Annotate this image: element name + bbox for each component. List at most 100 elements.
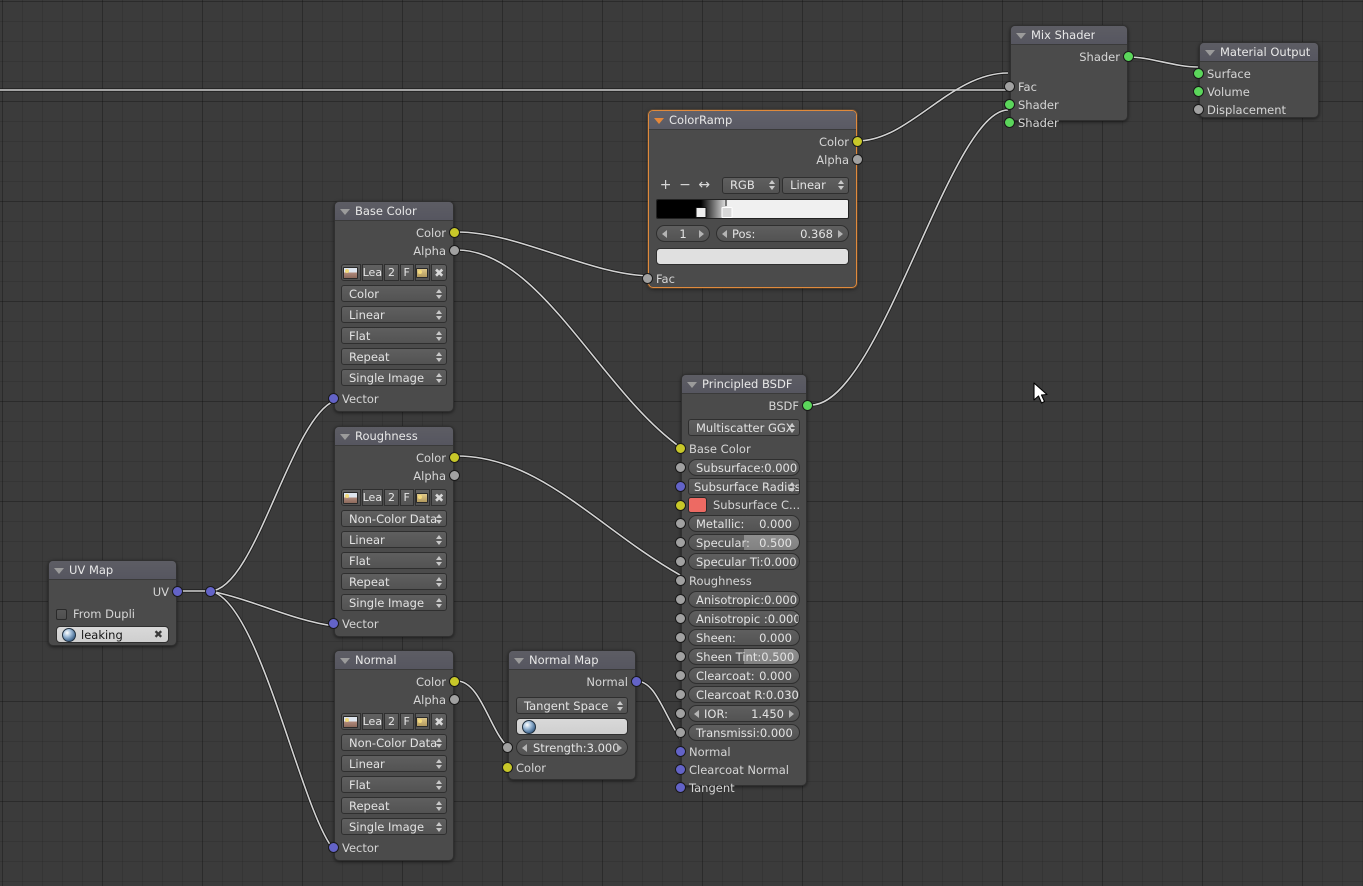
socket-base-color-input[interactable] <box>675 443 686 454</box>
node-header[interactable]: Roughness <box>335 427 453 446</box>
socket-normal-output[interactable] <box>631 676 642 687</box>
arrow-right-icon[interactable] <box>838 229 843 238</box>
socket-clearcoat-normal-input[interactable] <box>675 764 686 775</box>
node-principled-bsdf[interactable]: Principled BSDF BSDF Multiscatter GGX Ba… <box>675 374 813 795</box>
new-image-button[interactable] <box>414 489 431 506</box>
socket-bsdf-output[interactable] <box>802 400 813 411</box>
socket-uv-output[interactable] <box>172 586 183 597</box>
node-material-output[interactable]: Material Output Surface Volume Displacem… <box>1193 42 1319 118</box>
browse-image-button[interactable] <box>341 713 361 730</box>
collapse-triangle-icon[interactable] <box>514 657 524 664</box>
socket-sheen-input[interactable] <box>675 632 686 643</box>
reroute-node-uv[interactable] <box>205 586 216 597</box>
socket-alpha-output[interactable] <box>449 470 460 481</box>
socket-anisotropic-input[interactable] <box>675 594 686 605</box>
colorspace-dropdown[interactable]: Color <box>341 285 447 302</box>
new-image-button[interactable] <box>414 264 431 281</box>
socket-transmission-input[interactable] <box>675 727 686 738</box>
socket-displacement-input[interactable] <box>1193 104 1204 115</box>
socket-roughness-input[interactable] <box>675 575 686 586</box>
socket-volume-input[interactable] <box>1193 86 1204 97</box>
strength-field[interactable]: Strength: 3.000 <box>516 739 628 756</box>
specular-tint-field[interactable]: Specular Ti: 0.000 <box>688 553 800 570</box>
clear-icon[interactable]: ✖ <box>154 628 163 641</box>
projection-dropdown[interactable]: Flat <box>341 327 447 344</box>
source-dropdown[interactable]: Single Image <box>341 369 447 386</box>
metallic-field[interactable]: Metallic: 0.000 <box>688 515 800 532</box>
socket-subsurface-color-input[interactable] <box>675 500 686 511</box>
arrow-left-icon[interactable] <box>662 229 667 238</box>
collapse-triangle-icon[interactable] <box>1205 49 1215 56</box>
stop-index-field[interactable]: 1 <box>656 225 710 242</box>
source-dropdown[interactable]: Single Image <box>341 594 447 611</box>
distribution-dropdown[interactable]: Multiscatter GGX <box>688 419 800 436</box>
from-dupli-checkbox[interactable] <box>56 608 67 620</box>
sheen-tint-slider[interactable]: Sheen Tint: 0.500 <box>688 648 800 665</box>
socket-fac-input[interactable] <box>1004 81 1015 92</box>
socket-specular-input[interactable] <box>675 537 686 548</box>
image-users-count[interactable]: 2 <box>384 489 399 506</box>
socket-fac-input[interactable] <box>642 273 653 284</box>
subsurface-field[interactable]: Subsurface: 0.000 <box>688 459 800 476</box>
node-editor-canvas[interactable]: Mix Shader Shader Fac Shader Shader Mate… <box>0 0 1363 886</box>
color-mode-dropdown[interactable]: RGB <box>721 176 781 194</box>
stop-color-swatch[interactable] <box>656 248 849 265</box>
from-dupli-row[interactable]: From Dupli <box>49 605 176 623</box>
socket-metallic-input[interactable] <box>675 518 686 529</box>
specular-slider[interactable]: Specular: 0.500 <box>688 534 800 551</box>
node-colorramp[interactable]: ColorRamp Color Alpha + − ↔ RGB Linear 1… <box>642 110 863 288</box>
unlink-image-button[interactable]: ✖ <box>431 713 447 730</box>
colorspace-dropdown[interactable]: Non-Color Data <box>341 734 447 751</box>
sheen-field[interactable]: Sheen: 0.000 <box>688 629 800 646</box>
arrow-left-icon[interactable] <box>694 709 699 718</box>
clearcoat-roughness-field[interactable]: Clearcoat R: 0.030 <box>688 686 800 703</box>
remove-stop-button[interactable]: − <box>675 177 694 193</box>
socket-strength-input[interactable] <box>502 742 513 753</box>
anisotropic-field[interactable]: Anisotropic: 0.000 <box>688 591 800 608</box>
socket-alpha-output[interactable] <box>852 154 863 165</box>
node-uv-map[interactable]: UV Map UV From Dupli leaking ✖ <box>48 560 183 646</box>
socket-color-output[interactable] <box>449 676 460 687</box>
node-header[interactable]: Material Output <box>1200 43 1318 62</box>
unlink-image-button[interactable]: ✖ <box>431 264 447 281</box>
socket-vector-input[interactable] <box>328 393 339 404</box>
fake-user-toggle[interactable]: F <box>399 489 414 506</box>
ior-field[interactable]: IOR: 1.450 <box>688 705 800 722</box>
socket-sheen-tint-input[interactable] <box>675 651 686 662</box>
arrow-right-icon[interactable] <box>699 229 704 238</box>
socket-color-output[interactable] <box>449 227 460 238</box>
socket-tangent-input[interactable] <box>675 782 686 793</box>
new-image-button[interactable] <box>414 713 431 730</box>
ramp-stop-handle-selected[interactable] <box>721 200 733 218</box>
image-name-field[interactable]: Lea <box>361 264 384 281</box>
node-header[interactable]: Mix Shader <box>1011 26 1127 45</box>
space-dropdown[interactable]: Tangent Space <box>516 697 628 714</box>
subsurface-radius-dropdown[interactable]: Subsurface Radius <box>688 478 800 495</box>
collapse-triangle-icon[interactable] <box>54 567 64 574</box>
image-name-field[interactable]: Lea <box>361 713 384 730</box>
clearcoat-field[interactable]: Clearcoat: 0.000 <box>688 667 800 684</box>
socket-color-output[interactable] <box>449 452 460 463</box>
uv-map-field[interactable] <box>516 718 628 735</box>
flip-ramp-button[interactable]: ↔ <box>695 177 714 193</box>
node-mix-shader[interactable]: Mix Shader Shader Fac Shader Shader <box>1004 25 1134 130</box>
node-header[interactable]: ColorRamp <box>649 111 856 130</box>
transmission-field[interactable]: Transmissi: 0.000 <box>688 724 800 741</box>
fake-user-toggle[interactable]: F <box>399 264 414 281</box>
ramp-stop-handle[interactable] <box>695 206 707 218</box>
node-image-texture-roughness[interactable]: Roughness Color Alpha Lea 2 F ✖ Non-Colo… <box>328 426 460 637</box>
node-header[interactable]: Principled BSDF <box>682 375 806 394</box>
colorspace-dropdown[interactable]: Non-Color Data <box>341 510 447 527</box>
extension-dropdown[interactable]: Repeat <box>341 348 447 365</box>
subsurface-color-swatch[interactable] <box>688 497 707 513</box>
interpolation-dropdown[interactable]: Linear <box>341 755 447 772</box>
node-normal-map[interactable]: Normal Map Normal Tangent Space Strength… <box>502 650 642 780</box>
collapse-triangle-icon[interactable] <box>340 433 350 440</box>
arrow-right-icon[interactable] <box>789 709 794 718</box>
socket-ior-input[interactable] <box>675 708 686 719</box>
arrow-right-icon[interactable] <box>617 743 622 752</box>
socket-anisotropic-rotation-input[interactable] <box>675 613 686 624</box>
collapse-triangle-icon[interactable] <box>340 208 350 215</box>
node-header[interactable]: Normal <box>335 651 453 670</box>
image-users-count[interactable]: 2 <box>384 713 399 730</box>
